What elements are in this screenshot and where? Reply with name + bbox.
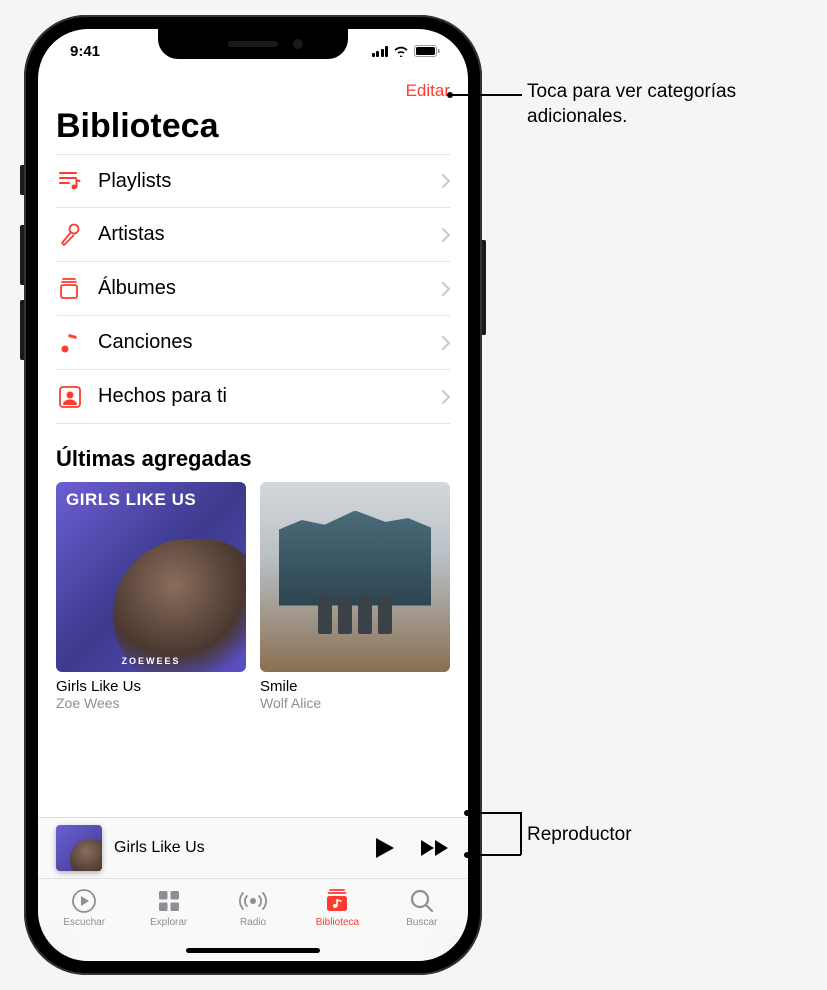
tab-label: Escuchar [63, 917, 105, 928]
callout-player: Reproductor [527, 823, 632, 848]
callout-line [520, 812, 522, 855]
album-artwork: GIRLS LIKE US ZOEWEES [56, 482, 246, 672]
page-title: Biblioteca [38, 107, 468, 154]
category-label: Playlists [98, 170, 428, 193]
album-item[interactable]: Smile Wolf Alice [260, 482, 450, 711]
status-time: 9:41 [70, 43, 100, 60]
next-track-button[interactable] [420, 838, 450, 858]
now-playing-bar[interactable]: Girls Like Us [38, 817, 468, 879]
album-title: Smile [260, 678, 450, 695]
play-button[interactable] [374, 836, 396, 860]
category-label: Hechos para ti [98, 385, 428, 408]
radio-icon [238, 887, 268, 915]
volume-up-button [20, 225, 24, 285]
callout-line [450, 94, 522, 96]
wifi-icon [393, 45, 409, 57]
category-made-for-you[interactable]: Hechos para ti [56, 370, 450, 424]
album-item[interactable]: GIRLS LIKE US ZOEWEES Girls Like Us Zoe … [56, 482, 246, 711]
callout-line [467, 812, 521, 814]
chevron-right-icon [442, 174, 450, 188]
chevron-right-icon [442, 336, 450, 350]
album-title: Girls Like Us [56, 678, 246, 695]
now-playing-title: Girls Like Us [114, 839, 362, 857]
nav-bar: Editar [38, 73, 468, 107]
search-icon [409, 887, 435, 915]
category-label: Artistas [98, 223, 428, 246]
album-artist: Zoe Wees [56, 695, 246, 711]
callout-line [467, 854, 521, 856]
silence-switch [20, 165, 24, 195]
battery-icon [414, 45, 440, 57]
music-note-icon [56, 329, 84, 357]
tab-label: Explorar [150, 917, 187, 928]
category-label: Canciones [98, 331, 428, 354]
grid-icon [156, 887, 182, 915]
tab-label: Biblioteca [316, 917, 359, 928]
category-artists[interactable]: Artistas [56, 208, 450, 262]
album-artist: Wolf Alice [260, 695, 450, 711]
tab-search[interactable]: Buscar [380, 883, 464, 961]
category-songs[interactable]: Canciones [56, 316, 450, 370]
section-header: Últimas agregadas [38, 424, 468, 482]
volume-down-button [20, 300, 24, 360]
album-artwork [260, 482, 450, 672]
recently-added-row: GIRLS LIKE US ZOEWEES Girls Like Us Zoe … [38, 482, 468, 711]
now-playing-artwork [56, 825, 102, 871]
microphone-icon [56, 221, 84, 249]
tab-listen[interactable]: Escuchar [42, 883, 126, 961]
phone-frame: 9:41 Editar Biblioteca [24, 15, 482, 975]
category-playlists[interactable]: Playlists [56, 154, 450, 208]
chevron-right-icon [442, 282, 450, 296]
tab-label: Buscar [406, 917, 437, 928]
callout-edit: Toca para ver categorías adicionales. [527, 80, 827, 129]
home-indicator[interactable] [186, 948, 320, 953]
library-icon [324, 887, 350, 915]
category-label: Álbumes [98, 277, 428, 300]
chevron-right-icon [442, 390, 450, 404]
screen: 9:41 Editar Biblioteca [38, 29, 468, 961]
tab-label: Radio [240, 917, 266, 928]
chevron-right-icon [442, 228, 450, 242]
play-circle-icon [71, 887, 97, 915]
category-albums[interactable]: Álbumes [56, 262, 450, 316]
notch [158, 29, 348, 59]
person-square-icon [56, 383, 84, 411]
side-button [482, 240, 486, 335]
cellular-signal-icon [372, 46, 389, 57]
album-stack-icon [56, 275, 84, 303]
category-list: Playlists Artistas [38, 154, 468, 424]
playlists-icon [56, 167, 84, 195]
edit-button[interactable]: Editar [406, 81, 450, 101]
